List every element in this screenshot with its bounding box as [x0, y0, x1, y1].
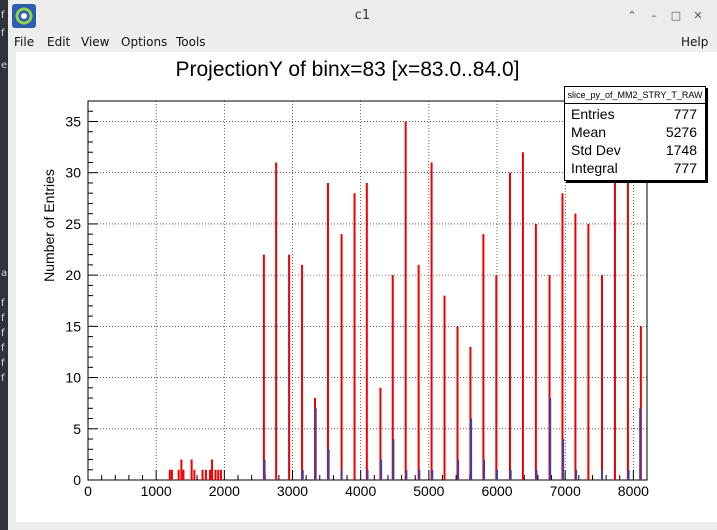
plot-canvas[interactable]: 0 1000 2000 3000 4000 5000 6000 7000 8000 0 5 10 15 2… — [16, 52, 717, 522]
bg-glyph: f — [1, 343, 5, 354]
y-tick-label: 5 — [73, 421, 81, 437]
stats-value: 5276 — [665, 124, 697, 140]
stats-row-stddev: Std Dev 1748 — [571, 142, 697, 161]
x-tick-label: 5000 — [413, 483, 444, 499]
menu-help-label: Help — [681, 35, 709, 49]
stats-key: Std Dev — [571, 142, 621, 158]
menu-view-label: View — [81, 35, 110, 49]
chart-title: ProjectionY of binx=83 [x=83.0..84.0] — [175, 58, 519, 81]
x-tick-label: 6000 — [481, 483, 512, 499]
menu-bar: File Edit View Options Tools Help — [8, 32, 717, 52]
stats-value: 777 — [673, 106, 697, 122]
stats-box[interactable]: slice_py_of_MM2_STRY_T_RAW Entries 777 M… — [564, 86, 706, 181]
menu-options-label: Options — [121, 35, 168, 49]
minimize-icon[interactable]: – — [646, 9, 662, 23]
menu-options[interactable]: Options — [121, 35, 167, 49]
menu-view[interactable]: View — [81, 35, 109, 49]
x-tick-label: 7000 — [550, 483, 581, 499]
bg-glyph: f — [1, 298, 5, 309]
title-bar[interactable]: c1 ⌃ – □ ✕ — [8, 0, 717, 33]
menu-file-label: File — [14, 35, 35, 49]
root-canvas-window: c1 ⌃ – □ ✕ File Edit View Options Tools … — [8, 0, 717, 530]
y-tick-label: 25 — [65, 216, 81, 232]
menu-file[interactable]: File — [14, 35, 34, 49]
menu-tools[interactable]: Tools — [176, 35, 206, 49]
menu-help[interactable]: Help — [681, 35, 708, 49]
window-title: c1 — [354, 8, 371, 23]
y-tick-label: 10 — [65, 370, 81, 386]
stats-title: slice_py_of_MM2_STRY_T_RAW — [565, 87, 705, 104]
y-axis-label: Number of Entries — [41, 169, 57, 282]
menu-edit[interactable]: Edit — [47, 35, 70, 49]
menu-tools-label: Tools — [176, 35, 206, 49]
y-tick-label: 0 — [73, 472, 81, 488]
menu-edit-label: Edit — [47, 35, 71, 49]
x-tick-label: 4000 — [345, 483, 376, 499]
stats-row-entries: Entries 777 — [571, 106, 697, 125]
bg-glyph: e — [1, 60, 8, 71]
background-desktop-strip: f f e a f f f f f f — [0, 0, 8, 530]
stats-value: 1748 — [665, 142, 697, 158]
x-tick-label: 1000 — [141, 483, 172, 499]
bg-glyph: f — [1, 10, 5, 21]
bg-glyph: f — [1, 373, 5, 384]
x-tick-label: 0 — [84, 483, 92, 499]
bg-glyph: f — [1, 28, 5, 39]
y-tick-label: 15 — [65, 318, 81, 334]
bg-glyph: f — [1, 358, 5, 369]
y-tick-label: 20 — [65, 267, 81, 283]
stats-row-mean: Mean 5276 — [571, 124, 697, 143]
x-tick-label: 2000 — [209, 483, 240, 499]
window-up-icon[interactable]: ⌃ — [624, 9, 640, 23]
bg-glyph: f — [1, 313, 5, 324]
y-tick-label: 30 — [65, 165, 81, 181]
maximize-icon[interactable]: □ — [668, 9, 684, 23]
x-tick-label: 3000 — [277, 483, 308, 499]
stats-key: Entries — [571, 106, 615, 122]
stats-key: Integral — [571, 160, 618, 176]
stats-key: Mean — [571, 124, 607, 140]
stats-row-integral: Integral 777 — [571, 160, 697, 179]
x-tick-label: 8000 — [618, 483, 649, 499]
bg-glyph: a — [1, 268, 8, 279]
y-tick-label: 35 — [65, 113, 81, 129]
stats-value: 777 — [673, 160, 697, 176]
bg-glyph: f — [1, 328, 5, 339]
close-icon[interactable]: ✕ — [690, 9, 706, 23]
